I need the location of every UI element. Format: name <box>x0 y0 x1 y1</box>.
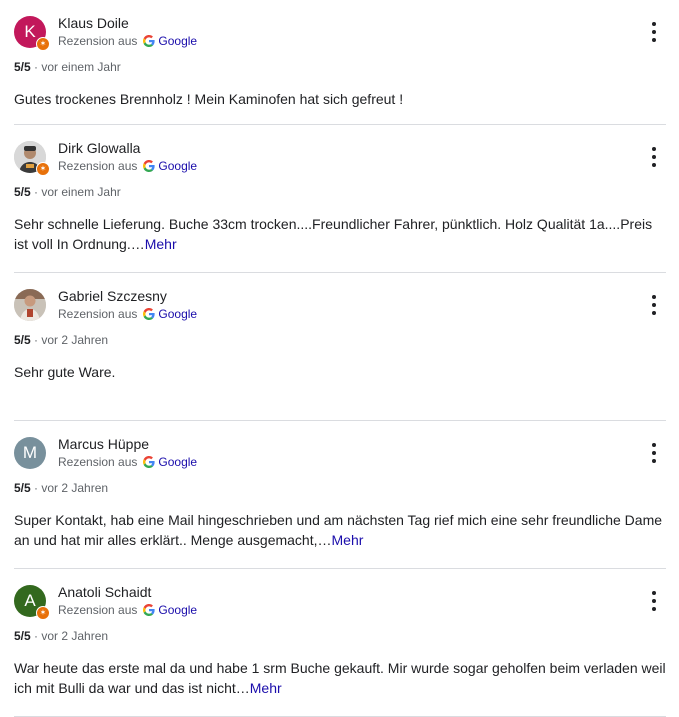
google-g-icon <box>143 160 156 172</box>
author-name[interactable]: Marcus Hüppe <box>58 436 149 452</box>
review-time: vor 2 Jahren <box>41 481 109 495</box>
review-text: War heute das erste mal da und habe 1 sr… <box>14 658 666 698</box>
local-guide-badge-icon: ✶ <box>36 606 50 620</box>
rating: 5/5 <box>14 333 31 347</box>
more-link[interactable]: Mehr <box>332 532 364 548</box>
review-card: A ✶ Anatoli Schaidt Rezension aus Google… <box>14 569 666 717</box>
avatar-photo <box>14 289 46 321</box>
avatar[interactable]: K ✶ <box>14 16 50 51</box>
review-meta: 5/5 · vor einem Jahr <box>14 185 121 199</box>
rating: 5/5 <box>14 185 31 199</box>
review-meta: 5/5 · vor 2 Jahren <box>14 629 108 643</box>
author-name[interactable]: Klaus Doile <box>58 15 129 31</box>
review-source: Rezension aus Google <box>58 159 197 173</box>
source-prefix: Rezension aus <box>58 307 138 321</box>
review-body: Sehr schnelle Lieferung. Buche 33cm troc… <box>14 216 653 252</box>
review-source: Rezension aus Google <box>58 603 197 617</box>
review-meta: 5/5 · vor 2 Jahren <box>14 333 108 347</box>
source-google-link[interactable]: Google <box>158 307 197 321</box>
review-list: K ✶ Klaus Doile Rezension aus Google 5/5… <box>0 0 679 717</box>
rating: 5/5 <box>14 60 31 74</box>
source-google-link[interactable]: Google <box>158 455 197 469</box>
source-prefix: Rezension aus <box>58 159 138 173</box>
source-google-link[interactable]: Google <box>158 34 197 48</box>
avatar-initial: M <box>14 437 46 469</box>
person-photo-icon <box>14 289 46 321</box>
review-text: Super Kontakt, hab eine Mail hingeschrie… <box>14 510 666 550</box>
google-g-icon <box>143 35 156 47</box>
review-card: K ✶ Klaus Doile Rezension aus Google 5/5… <box>14 0 666 125</box>
google-g-icon <box>143 308 156 320</box>
review-card: M Marcus Hüppe Rezension aus Google 5/5 … <box>14 421 666 569</box>
source-prefix: Rezension aus <box>58 34 138 48</box>
source-prefix: Rezension aus <box>58 603 138 617</box>
more-options-icon[interactable] <box>646 147 662 167</box>
review-source: Rezension aus Google <box>58 34 197 48</box>
more-options-icon[interactable] <box>646 295 662 315</box>
review-card: ✶ Dirk Glowalla Rezension aus Google 5/5… <box>14 125 666 273</box>
review-text: Sehr gute Ware. <box>14 362 666 382</box>
review-meta: 5/5 · vor einem Jahr <box>14 60 121 74</box>
google-g-icon <box>143 604 156 616</box>
review-body: Gutes trockenes Brennholz ! Mein Kaminof… <box>14 91 404 107</box>
review-time: vor 2 Jahren <box>41 629 109 643</box>
more-options-icon[interactable] <box>646 591 662 611</box>
avatar[interactable]: ✶ <box>14 141 50 176</box>
review-time: vor einem Jahr <box>41 185 121 199</box>
author-name[interactable]: Anatoli Schaidt <box>58 584 151 600</box>
more-options-icon[interactable] <box>646 22 662 42</box>
author-name[interactable]: Dirk Glowalla <box>58 140 140 156</box>
source-google-link[interactable]: Google <box>158 159 197 173</box>
review-text: Gutes trockenes Brennholz ! Mein Kaminof… <box>14 89 666 109</box>
source-google-link[interactable]: Google <box>158 603 197 617</box>
review-meta: 5/5 · vor 2 Jahren <box>14 481 108 495</box>
review-time: vor einem Jahr <box>41 60 121 74</box>
rating: 5/5 <box>14 481 31 495</box>
more-link[interactable]: Mehr <box>145 236 177 252</box>
rating: 5/5 <box>14 629 31 643</box>
review-text: Sehr schnelle Lieferung. Buche 33cm troc… <box>14 214 666 254</box>
google-g-icon <box>143 456 156 468</box>
review-source: Rezension aus Google <box>58 455 197 469</box>
more-link[interactable]: Mehr <box>250 680 282 696</box>
avatar[interactable] <box>14 289 46 321</box>
source-prefix: Rezension aus <box>58 455 138 469</box>
review-body: Sehr gute Ware. <box>14 364 116 380</box>
avatar[interactable]: M <box>14 437 46 469</box>
review-time: vor 2 Jahren <box>41 333 109 347</box>
local-guide-badge-icon: ✶ <box>36 162 50 176</box>
review-source: Rezension aus Google <box>58 307 197 321</box>
review-body: War heute das erste mal da und habe 1 sr… <box>14 660 666 696</box>
local-guide-badge-icon: ✶ <box>36 37 50 51</box>
more-options-icon[interactable] <box>646 443 662 463</box>
avatar[interactable]: A ✶ <box>14 585 50 620</box>
review-card: Gabriel Szczesny Rezension aus Google 5/… <box>14 273 666 421</box>
author-name[interactable]: Gabriel Szczesny <box>58 288 167 304</box>
